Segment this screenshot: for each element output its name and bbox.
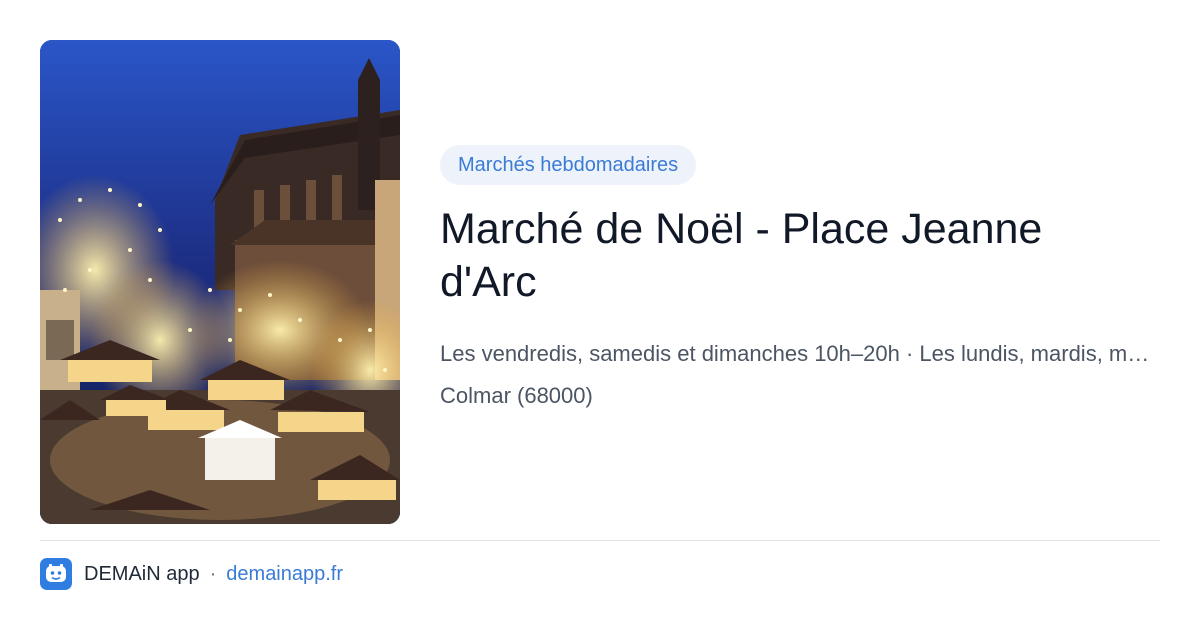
app-name: DEMAiN app: [84, 562, 200, 585]
demain-app-logo-icon[interactable]: [40, 558, 72, 590]
footer-divider: [40, 540, 1160, 541]
event-location: Colmar (68000): [440, 383, 593, 408]
footer: DEMAiN app · demainapp.fr: [40, 558, 343, 590]
christmas-market-illustration: [40, 40, 400, 524]
event-title[interactable]: Marché de Noël - Place Jeanne d'Arc: [440, 203, 1140, 309]
event-schedule: Les vendredis, samedis et dimanches 10h–…: [440, 341, 1160, 366]
category-badge[interactable]: Marchés hebdomadaires: [440, 145, 697, 185]
event-content: Marchés hebdomadaires Marché de Noël - P…: [440, 145, 1160, 411]
footer-separator: ·: [209, 562, 217, 585]
app-domain-link[interactable]: demainapp.fr: [226, 563, 343, 586]
event-image[interactable]: [40, 40, 400, 524]
